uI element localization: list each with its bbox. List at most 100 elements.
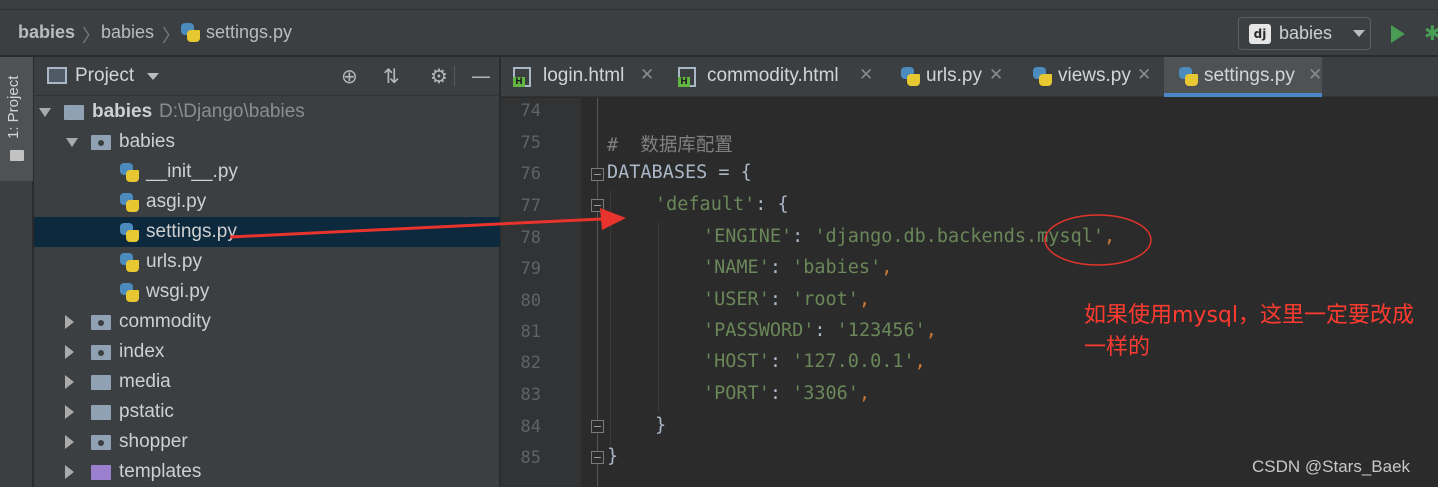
package-folder-icon bbox=[91, 435, 111, 450]
fold-marker-icon[interactable] bbox=[591, 199, 604, 212]
expand-arrow-icon[interactable] bbox=[65, 375, 74, 389]
line-number: 85 bbox=[520, 448, 541, 468]
project-panel: Project ⊕ ⇅ ⚙ — babies D:\Django\babies … bbox=[34, 57, 500, 487]
code-key: 'PASSWORD' bbox=[703, 320, 815, 341]
templates-folder-icon bbox=[91, 465, 111, 480]
line-number: 79 bbox=[520, 259, 541, 279]
code-default-tail: : { bbox=[755, 194, 789, 215]
fold-marker-icon[interactable] bbox=[591, 451, 604, 464]
tree-item-folder[interactable]: templates bbox=[34, 457, 500, 487]
project-panel-header: Project ⊕ ⇅ ⚙ — bbox=[34, 57, 500, 96]
tree-item-package[interactable]: babies bbox=[34, 127, 500, 157]
debug-icon[interactable]: ✱ bbox=[1424, 23, 1438, 43]
close-icon[interactable]: ✕ bbox=[640, 65, 654, 85]
chevron-down-icon[interactable] bbox=[147, 73, 159, 80]
run-configuration-label: babies bbox=[1279, 23, 1333, 43]
line-number: 78 bbox=[520, 228, 541, 248]
folder-icon bbox=[91, 375, 111, 390]
tree-item-label: settings.py bbox=[146, 221, 237, 242]
tab-label: views.py bbox=[1058, 65, 1131, 86]
code-key: 'HOST' bbox=[703, 351, 770, 372]
package-folder-icon bbox=[91, 315, 111, 330]
tree-item-label: babies bbox=[119, 131, 175, 152]
code-value: '123456' bbox=[836, 320, 926, 341]
tree-item-label: urls.py bbox=[146, 251, 202, 272]
breadcrumb-file[interactable]: settings.py bbox=[206, 22, 292, 43]
tab-login-html[interactable]: login.html ✕ bbox=[501, 57, 664, 97]
line-number: 77 bbox=[520, 196, 541, 216]
tree-item-path: D:\Django\babies bbox=[159, 101, 305, 122]
watermark: CSDN @Stars_Baek bbox=[1252, 457, 1411, 476]
expand-arrow-icon[interactable] bbox=[65, 345, 74, 359]
tree-item-folder[interactable]: media bbox=[34, 367, 500, 397]
close-icon[interactable]: ✕ bbox=[859, 65, 873, 85]
python-file-icon bbox=[901, 67, 921, 87]
fold-marker-icon[interactable] bbox=[591, 168, 604, 181]
tree-item-folder[interactable]: commodity bbox=[34, 307, 500, 337]
code-engine-line: 'ENGINE': 'django.db.backends.mysql', bbox=[703, 226, 1116, 247]
expand-arrow-icon[interactable] bbox=[66, 138, 78, 147]
expand-arrow-icon[interactable] bbox=[65, 405, 74, 419]
code-port-line: 'PORT': '3306', bbox=[703, 383, 871, 404]
line-number: 74 bbox=[520, 101, 541, 121]
tree-item-folder[interactable]: index bbox=[34, 337, 500, 367]
run-configuration-dropdown[interactable]: dj babies bbox=[1238, 17, 1371, 50]
expand-arrow-icon[interactable] bbox=[65, 435, 74, 449]
fold-marker-icon[interactable] bbox=[591, 420, 604, 433]
tree-item-folder[interactable]: pstatic bbox=[34, 397, 500, 427]
locate-file-icon[interactable]: ⊕ bbox=[341, 64, 358, 88]
project-view-selector[interactable]: Project bbox=[75, 65, 134, 87]
html-file-icon bbox=[513, 67, 531, 87]
tree-item-file[interactable]: __init__.py bbox=[34, 157, 500, 187]
code-value: '127.0.0.1' bbox=[792, 351, 915, 372]
tree-item-file-selected[interactable]: settings.py bbox=[34, 217, 500, 247]
code-default-key: 'default' bbox=[655, 194, 756, 215]
run-icon[interactable] bbox=[1391, 25, 1405, 43]
code-inner-close: } bbox=[655, 415, 667, 436]
tab-urls-py[interactable]: urls.py ✕ bbox=[890, 57, 1020, 97]
project-view-icon bbox=[47, 67, 67, 84]
code-host-line: 'HOST': '127.0.0.1', bbox=[703, 351, 926, 372]
header-divider bbox=[454, 66, 455, 86]
python-file-icon bbox=[120, 223, 140, 243]
indent-guide bbox=[658, 222, 659, 412]
tree-item-root[interactable]: babies D:\Django\babies bbox=[34, 97, 500, 127]
folder-icon bbox=[10, 150, 24, 161]
python-file-icon bbox=[181, 23, 201, 43]
close-icon[interactable]: ✕ bbox=[1137, 65, 1151, 85]
code-value: 'babies' bbox=[792, 257, 882, 278]
python-file-icon bbox=[120, 253, 140, 273]
title-strip bbox=[0, 0, 1438, 10]
tab-commodity-html[interactable]: commodity.html ✕ bbox=[666, 57, 888, 97]
tab-label: settings.py bbox=[1204, 65, 1295, 86]
breadcrumb-project[interactable]: babies bbox=[18, 22, 75, 43]
code-value: 'root' bbox=[792, 289, 859, 310]
gear-icon[interactable]: ⚙ bbox=[430, 64, 448, 88]
navigation-bar: babies 〉 babies 〉 settings.py dj babies … bbox=[0, 10, 1438, 56]
tab-settings-py[interactable]: settings.py ✕ bbox=[1164, 57, 1322, 97]
tool-window-strip: 1: Project bbox=[0, 57, 33, 487]
chevron-down-icon bbox=[1353, 30, 1365, 37]
hide-panel-icon[interactable]: — bbox=[471, 64, 491, 88]
code-comment: # 数据库配置 bbox=[607, 135, 733, 156]
line-number: 82 bbox=[520, 353, 541, 373]
folder-icon bbox=[91, 405, 111, 420]
tree-item-file[interactable]: urls.py bbox=[34, 247, 500, 277]
close-icon[interactable]: ✕ bbox=[989, 65, 1003, 85]
expand-arrow-icon[interactable] bbox=[39, 108, 51, 117]
expand-arrow-icon[interactable] bbox=[65, 315, 74, 329]
tree-item-folder[interactable]: shopper bbox=[34, 427, 500, 457]
editor-tab-bar: login.html ✕ commodity.html ✕ urls.py ✕ … bbox=[501, 57, 1438, 97]
tree-item-label: shopper bbox=[119, 431, 188, 452]
project-tool-button[interactable]: 1: Project bbox=[0, 57, 33, 181]
tree-item-file[interactable]: asgi.py bbox=[34, 187, 500, 217]
expand-arrow-icon[interactable] bbox=[65, 465, 74, 479]
collapse-all-icon[interactable]: ⇅ bbox=[383, 64, 400, 88]
python-file-icon bbox=[120, 193, 140, 213]
breadcrumb-folder[interactable]: babies bbox=[101, 22, 154, 43]
tab-views-py[interactable]: views.py ✕ bbox=[1022, 57, 1162, 97]
tab-label: urls.py bbox=[926, 65, 982, 86]
line-number: 83 bbox=[520, 385, 541, 405]
close-icon[interactable]: ✕ bbox=[1308, 65, 1322, 85]
tree-item-file[interactable]: wsgi.py bbox=[34, 277, 500, 307]
